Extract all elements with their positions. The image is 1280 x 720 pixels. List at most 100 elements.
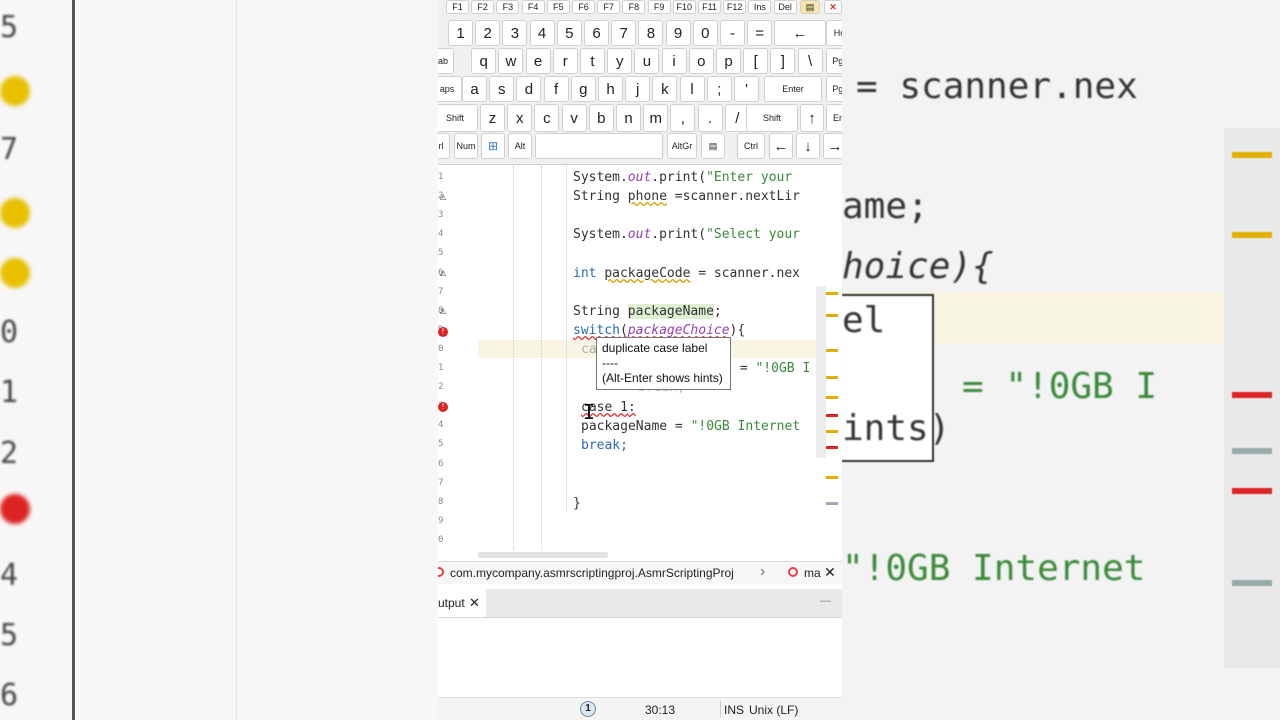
- key-z-7[interactable]: m: [643, 104, 669, 132]
- key-z-6[interactable]: n: [616, 104, 641, 132]
- output-panel[interactable]: [438, 618, 842, 694]
- key-f9[interactable]: F9: [647, 0, 671, 14]
- menu-key-icon[interactable]: ▤: [701, 133, 725, 159]
- key-q-14[interactable]: PgU: [826, 48, 842, 74]
- horizontal-scrollbar[interactable]: [478, 552, 608, 558]
- key-f1[interactable]: F1: [446, 0, 469, 14]
- key-space[interactable]: [535, 133, 663, 159]
- key-num-0[interactable]: 1: [448, 20, 473, 46]
- key-num-2[interactable]: 3: [502, 20, 528, 46]
- breadcrumb-method[interactable]: ma: [804, 566, 821, 580]
- key-q-1[interactable]: q: [471, 48, 497, 74]
- key-q-6[interactable]: y: [607, 48, 633, 74]
- key-z-12[interactable]: ↑: [800, 104, 824, 132]
- key-a-2[interactable]: s: [489, 76, 515, 102]
- key-z-4[interactable]: v: [561, 104, 587, 132]
- key-q-5[interactable]: t: [580, 48, 605, 74]
- error-stripe-mark[interactable]: [826, 376, 838, 379]
- key-z-8[interactable]: ,: [670, 104, 696, 132]
- key-num-10[interactable]: -: [720, 20, 745, 46]
- key-a-1[interactable]: a: [462, 76, 487, 102]
- key-q-8[interactable]: i: [661, 48, 687, 74]
- error-stripe-mark[interactable]: [826, 476, 838, 479]
- key-q-4[interactable]: r: [552, 48, 578, 74]
- error-stripe-mark[interactable]: [826, 292, 838, 295]
- key-f7[interactable]: F7: [597, 0, 621, 14]
- key-num-5[interactable]: 6: [584, 20, 609, 46]
- key-z-11[interactable]: Shift: [746, 104, 798, 132]
- key-q-7[interactable]: u: [634, 48, 660, 74]
- key-num-7[interactable]: 8: [638, 20, 664, 46]
- key-z-9[interactable]: .: [697, 104, 723, 132]
- key-q-12[interactable]: ]: [770, 48, 796, 74]
- insert-mode[interactable]: INS: [724, 703, 744, 717]
- breadcrumb-class[interactable]: com.mycompany.asmrscriptingproj.AsmrScri…: [450, 566, 734, 580]
- key-arrow-down[interactable]: ↓: [796, 133, 820, 159]
- key-num-13[interactable]: Hor: [826, 20, 842, 46]
- notepad-icon[interactable]: ▤: [800, 0, 820, 14]
- warning-icon[interactable]: ⚠: [438, 307, 448, 317]
- key-alt[interactable]: Alt: [508, 133, 532, 159]
- key-num-12[interactable]: ←: [774, 20, 826, 46]
- key-z-3[interactable]: c: [534, 104, 560, 132]
- error-stripe-mark[interactable]: [826, 314, 838, 317]
- key-num-1[interactable]: 2: [475, 20, 501, 46]
- key-ctrl-left[interactable]: rl: [438, 133, 450, 159]
- error-stripe-mark[interactable]: [826, 502, 838, 505]
- key-num-11[interactable]: =: [747, 20, 773, 46]
- key-num[interactable]: Num: [454, 133, 478, 159]
- key-num-3[interactable]: 4: [529, 20, 555, 46]
- close-icon[interactable]: ✕: [824, 564, 836, 581]
- key-altgr[interactable]: AltGr: [667, 133, 697, 159]
- key-f6[interactable]: F6: [572, 0, 595, 14]
- key-num-6[interactable]: 7: [611, 20, 637, 46]
- key-ctrl[interactable]: Ctrl: [737, 133, 765, 159]
- error-stripe-mark[interactable]: [826, 414, 838, 417]
- key-del[interactable]: Del: [773, 0, 797, 14]
- key-a-11[interactable]: ': [734, 76, 759, 102]
- key-q-13[interactable]: \: [797, 48, 823, 74]
- error-stripe-mark[interactable]: [826, 349, 838, 352]
- key-num-8[interactable]: 9: [665, 20, 691, 46]
- key-f10[interactable]: F10: [672, 0, 696, 14]
- key-q-0[interactable]: ab: [438, 48, 454, 74]
- key-z-5[interactable]: b: [588, 104, 614, 132]
- key-a-5[interactable]: g: [570, 76, 596, 102]
- key-a-9[interactable]: l: [679, 76, 705, 102]
- key-q-10[interactable]: p: [716, 48, 741, 74]
- error-icon[interactable]: !: [438, 402, 448, 412]
- caret-position[interactable]: 30:13: [645, 703, 675, 717]
- error-stripe-mark[interactable]: [826, 430, 838, 433]
- key-z-1[interactable]: z: [480, 104, 505, 132]
- close-icon[interactable]: ✕: [469, 589, 480, 617]
- key-q-3[interactable]: e: [525, 48, 551, 74]
- key-f2[interactable]: F2: [471, 0, 495, 14]
- key-f5[interactable]: F5: [546, 0, 570, 14]
- key-f3[interactable]: F3: [496, 0, 520, 14]
- key-z-2[interactable]: x: [507, 104, 533, 132]
- key-a-8[interactable]: k: [652, 76, 678, 102]
- key-f11[interactable]: F11: [698, 0, 721, 14]
- vertical-scrollbar[interactable]: [816, 286, 826, 458]
- error-stripe[interactable]: [826, 286, 842, 516]
- key-ins[interactable]: Ins: [748, 0, 772, 14]
- error-icon[interactable]: !: [438, 327, 448, 337]
- key-f8[interactable]: F8: [622, 0, 646, 14]
- key-q-9[interactable]: o: [688, 48, 714, 74]
- key-num-9[interactable]: 0: [692, 20, 718, 46]
- key-z-0[interactable]: Shift: [438, 104, 478, 132]
- key-a-6[interactable]: h: [598, 76, 623, 102]
- key-a-13[interactable]: PgD: [826, 76, 842, 102]
- key-arrow-left[interactable]: ←: [769, 133, 793, 159]
- notifications-badge[interactable]: 1: [580, 701, 596, 717]
- key-a-0[interactable]: aps: [438, 76, 462, 102]
- key-a-7[interactable]: j: [625, 76, 651, 102]
- close-keyboard-button[interactable]: ✕: [824, 0, 842, 14]
- key-z-13[interactable]: End: [826, 104, 842, 132]
- line-endings[interactable]: Unix (LF): [749, 703, 798, 717]
- key-arrow-right[interactable]: →: [823, 133, 842, 159]
- key-q-11[interactable]: [: [743, 48, 769, 74]
- line-gutter[interactable]: 12345678901234567890⚠⚠⚠!!: [438, 166, 454, 550]
- warning-icon[interactable]: ⚠: [438, 269, 448, 279]
- key-q-2[interactable]: w: [498, 48, 524, 74]
